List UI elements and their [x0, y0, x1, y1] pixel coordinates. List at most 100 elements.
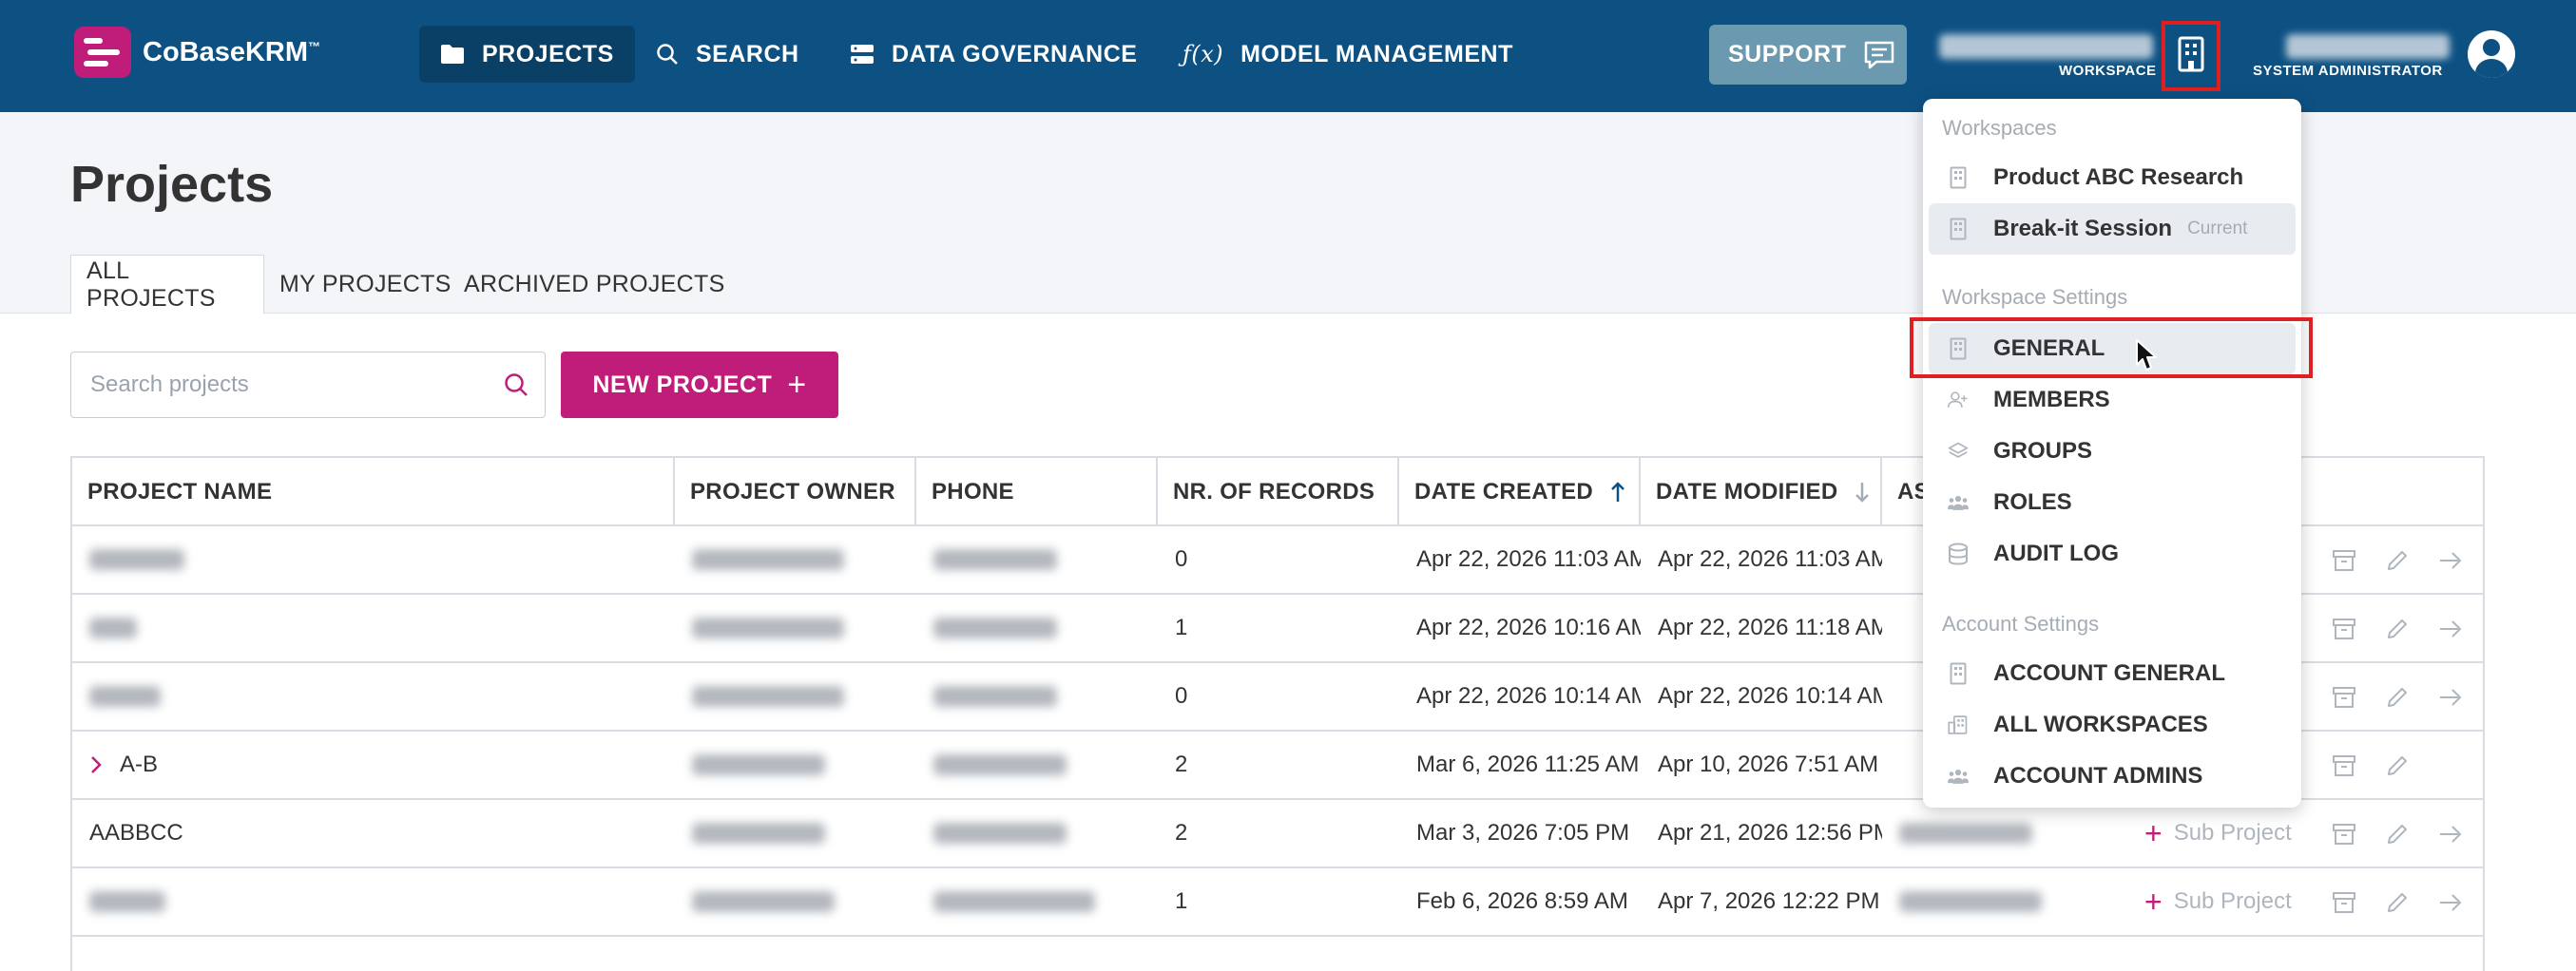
cell-project-owner	[675, 800, 916, 866]
layers-icon	[1948, 439, 1969, 464]
user-name-redacted	[2286, 34, 2450, 59]
cell-phone	[916, 800, 1158, 866]
cell-project-name[interactable]	[72, 595, 675, 661]
column-header-project-name[interactable]: PROJECT NAME	[72, 458, 675, 526]
archive-icon[interactable]	[2331, 889, 2357, 916]
mouse-cursor-icon	[2135, 338, 2160, 377]
arrow-right-icon[interactable]	[2437, 547, 2464, 574]
search-icon	[503, 371, 529, 405]
workspace-item-break-it-session[interactable]: Break-it Session Current	[1929, 203, 2296, 255]
archive-icon[interactable]	[2331, 684, 2357, 711]
cell-records: 0	[1175, 546, 1188, 572]
table-row[interactable]: AABBCC 2 Mar 3, 2026 7:05 PM Apr 21, 202…	[72, 798, 2483, 866]
cell-project-name[interactable]	[72, 663, 675, 730]
nav-model-management-label: MODEL MANAGEMENT	[1240, 40, 1513, 67]
cell-records: 2	[1175, 820, 1188, 846]
edit-icon[interactable]	[2384, 547, 2411, 574]
arrow-right-icon[interactable]	[2437, 684, 2464, 711]
nav-model-management[interactable]: ƒ(x) MODEL MANAGEMENT	[1162, 26, 1534, 83]
app-logo[interactable]: CoBaseKRM™	[74, 27, 320, 78]
nav-projects-label: PROJECTS	[482, 40, 614, 67]
new-project-button[interactable]: NEW PROJECT +	[561, 352, 838, 418]
table-row[interactable]	[72, 935, 2483, 971]
workspace-label: WORKSPACE	[2059, 63, 2157, 79]
chevron-right-icon[interactable]	[89, 754, 103, 775]
tab-my-projects[interactable]: MY PROJECTS	[264, 255, 467, 314]
cell-records: 0	[1175, 683, 1188, 709]
column-header-date-modified[interactable]: DATE MODIFIED	[1641, 458, 1882, 526]
search-placeholder: Search projects	[90, 371, 249, 397]
workspace-name-redacted	[1939, 34, 2153, 59]
sort-ascending-icon[interactable]	[1610, 481, 1625, 504]
folder-icon	[440, 44, 465, 65]
cell-project-owner	[675, 663, 916, 730]
nav-data-governance[interactable]: DATA GOVERNANCE	[829, 26, 1158, 83]
archive-icon[interactable]	[2331, 547, 2357, 574]
plus-icon: +	[787, 366, 807, 403]
workspace-settings-section-header: Workspace Settings	[1942, 285, 2128, 309]
arrow-right-icon[interactable]	[2437, 616, 2464, 642]
tab-all-projects[interactable]: ALL PROJECTS	[70, 255, 264, 314]
plus-icon: +	[2144, 815, 2163, 850]
column-header-date-created[interactable]: DATE CREATED	[1399, 458, 1641, 526]
cell-project-name[interactable]	[72, 526, 675, 593]
menu-item-members[interactable]: MEMBERS	[1929, 374, 2296, 426]
nav-projects[interactable]: PROJECTS	[419, 26, 635, 83]
plus-icon: +	[2144, 884, 2163, 919]
new-project-label: NEW PROJECT	[592, 371, 773, 398]
edit-icon[interactable]	[2384, 821, 2411, 847]
edit-icon[interactable]	[2384, 889, 2411, 916]
edit-icon[interactable]	[2384, 616, 2411, 642]
menu-item-account-admins[interactable]: ACCOUNT ADMINS	[1929, 751, 2296, 802]
add-sub-project-button[interactable]: + Sub Project	[2144, 800, 2292, 866]
nav-search[interactable]: SEARCH	[635, 26, 820, 83]
avatar[interactable]	[2468, 30, 2515, 78]
menu-item-roles[interactable]: ROLES	[1929, 477, 2296, 528]
support-button[interactable]: SUPPORT	[1709, 25, 1907, 85]
column-header-phone[interactable]: PHONE	[916, 458, 1158, 526]
search-input[interactable]: Search projects	[70, 352, 546, 418]
cell-project-owner	[675, 595, 916, 661]
nav-data-governance-label: DATA GOVERNANCE	[892, 40, 1138, 67]
arrow-right-icon[interactable]	[2437, 821, 2464, 847]
building-icon	[1948, 165, 1969, 190]
account-settings-section-header: Account Settings	[1942, 612, 2100, 636]
menu-item-groups[interactable]: GROUPS	[1929, 426, 2296, 477]
column-header-nr-of-records[interactable]: NR. OF RECORDS	[1158, 458, 1399, 526]
arrow-right-icon[interactable]	[2437, 889, 2464, 916]
function-icon: ƒ(x)	[1182, 41, 1224, 67]
tab-archived-projects[interactable]: ARCHIVED PROJECTS	[449, 255, 740, 314]
archive-icon[interactable]	[2331, 821, 2357, 847]
archive-icon[interactable]	[2331, 752, 2357, 779]
menu-item-audit-log[interactable]: AUDIT LOG	[1929, 528, 2296, 580]
cell-phone	[916, 732, 1158, 798]
workspace-item-product-abc-research[interactable]: Product ABC Research	[1929, 152, 2296, 203]
people-icon	[1948, 764, 1969, 789]
user-role-label: SYSTEM ADMINISTRATOR	[2253, 63, 2443, 79]
archive-icon[interactable]	[2331, 616, 2357, 642]
cell-project-owner	[675, 868, 916, 935]
building-icon	[1948, 217, 1969, 241]
add-sub-project-button[interactable]: + Sub Project	[2144, 868, 2292, 935]
workspace-switcher-button[interactable]	[2162, 21, 2220, 91]
cell-project-name[interactable]: A-B	[72, 732, 675, 798]
cell-records: 2	[1175, 752, 1188, 777]
buildings-icon	[1948, 713, 1969, 737]
cell-date-modified: Apr 22, 2026 10:14 AM	[1658, 683, 1882, 709]
table-row[interactable]: 1 Feb 6, 2026 8:59 AM Apr 7, 2026 12:22 …	[72, 866, 2483, 935]
sort-descending-icon[interactable]	[1855, 481, 1870, 504]
cell-date-created: Feb 6, 2026 8:59 AM	[1416, 888, 1628, 914]
cell-project-name[interactable]: AABBCC	[72, 800, 675, 866]
general-highlight-box	[1910, 317, 2313, 378]
cell-project-owner	[675, 732, 916, 798]
cell-project-name[interactable]	[72, 868, 675, 935]
column-header-project-owner[interactable]: PROJECT OWNER	[675, 458, 916, 526]
cell-date-created: Apr 22, 2026 10:14 AM	[1416, 683, 1641, 709]
edit-icon[interactable]	[2384, 752, 2411, 779]
cell-records: 1	[1175, 615, 1188, 640]
search-icon	[656, 43, 679, 66]
cell-phone	[916, 868, 1158, 935]
edit-icon[interactable]	[2384, 684, 2411, 711]
menu-item-account-general[interactable]: ACCOUNT GENERAL	[1929, 648, 2296, 699]
menu-item-all-workspaces[interactable]: ALL WORKSPACES	[1929, 699, 2296, 751]
